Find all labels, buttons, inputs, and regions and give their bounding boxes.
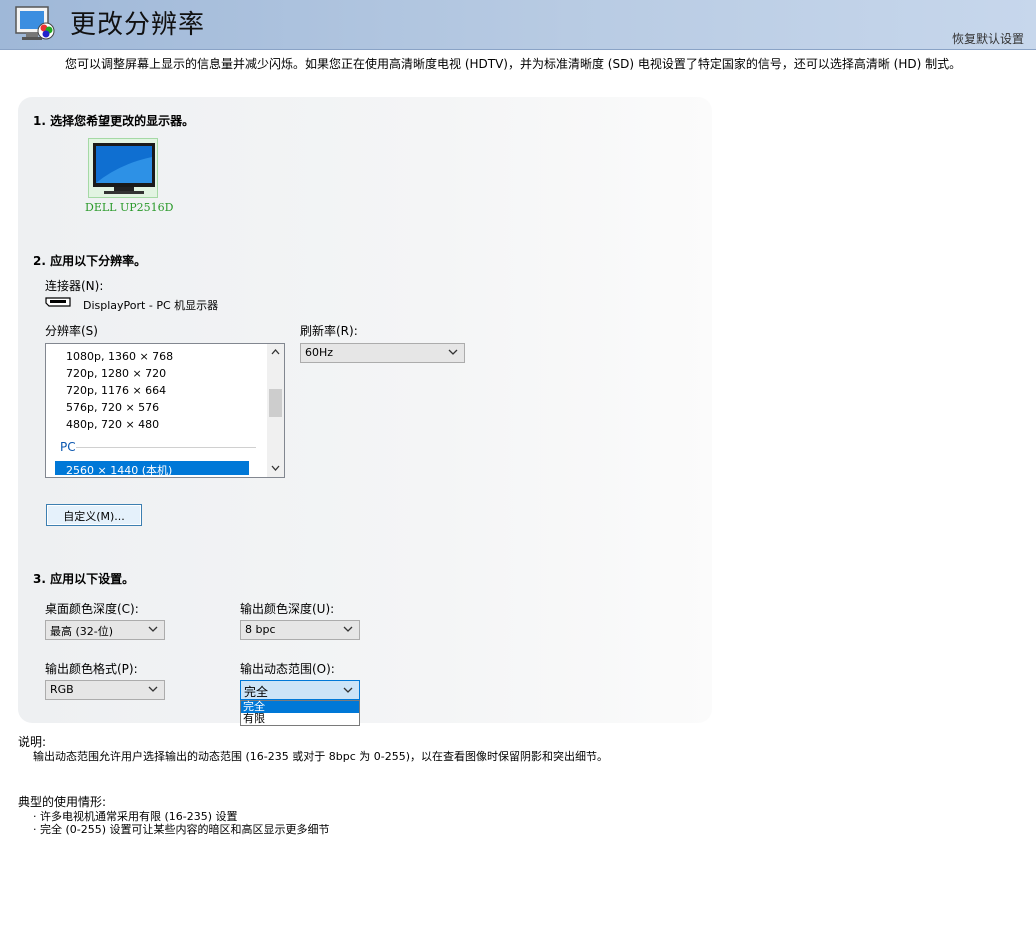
group-divider bbox=[76, 447, 256, 448]
custom-resolution-button[interactable]: 自定义(M)... bbox=[46, 504, 142, 526]
dynamic-range-options[interactable]: 完全 有限 bbox=[240, 700, 360, 726]
step1-title: 1. 选择您希望更改的显示器。 bbox=[33, 114, 195, 128]
resolution-item[interactable]: 480p, 720 × 480 bbox=[66, 418, 159, 431]
dynamic-range-value: 完全 bbox=[244, 685, 269, 699]
monitor-icon bbox=[93, 143, 155, 194]
usage-item-text: 完全 (0-255) 设置可让某些内容的暗区和高区显示更多细节 bbox=[40, 823, 330, 836]
output-format-select[interactable]: RGB bbox=[45, 680, 165, 700]
resolution-scrollbar[interactable] bbox=[267, 344, 284, 477]
displayport-icon bbox=[45, 297, 71, 307]
resolution-item[interactable]: 720p, 1280 × 720 bbox=[66, 367, 166, 380]
scroll-thumb[interactable] bbox=[269, 389, 282, 417]
pc-group-header: PC bbox=[60, 440, 76, 454]
resolution-item[interactable]: 1080p, 1360 × 768 bbox=[66, 350, 173, 363]
resolution-item[interactable]: 576p, 720 × 576 bbox=[66, 401, 159, 414]
chevron-down-icon bbox=[343, 626, 353, 632]
scroll-up-icon[interactable] bbox=[271, 349, 280, 355]
chevron-down-icon bbox=[148, 626, 158, 632]
usage-item: · 完全 (0-255) 设置可让某些内容的暗区和高区显示更多细节 bbox=[33, 823, 330, 836]
chevron-down-icon bbox=[448, 349, 458, 355]
dynamic-range-select[interactable]: 完全 bbox=[240, 680, 360, 700]
dynamic-range-option-limited[interactable]: 有限 bbox=[241, 713, 359, 725]
monitor-name: DELL UP2516D bbox=[85, 201, 174, 214]
output-depth-label: 输出颜色深度(U): bbox=[240, 602, 335, 616]
desktop-depth-select[interactable]: 最高 (32-位) bbox=[45, 620, 165, 640]
chevron-down-icon bbox=[148, 686, 158, 692]
connector-value: DisplayPort - PC 机显示器 bbox=[83, 299, 219, 312]
step3-title: 3. 应用以下设置。 bbox=[33, 572, 135, 586]
dynamic-range-label: 输出动态范围(O): bbox=[240, 662, 335, 676]
description-text: 输出动态范围允许用户选择输出的动态范围 (16-235 或对于 8bpc 为 0… bbox=[33, 750, 608, 763]
resolution-label: 分辨率(S) bbox=[45, 324, 98, 338]
refresh-label: 刷新率(R): bbox=[300, 324, 358, 338]
output-format-label: 输出颜色格式(P): bbox=[45, 662, 138, 676]
selected-resolution[interactable]: 2560 × 1440 (本机) bbox=[66, 462, 172, 477]
resolution-item[interactable]: 720p, 1176 × 664 bbox=[66, 384, 166, 397]
header-banner: 更改分辨率 恢复默认设置 bbox=[0, 0, 1036, 50]
page-title: 更改分辨率 bbox=[70, 10, 206, 40]
output-format-value: RGB bbox=[50, 683, 74, 696]
refresh-rate-select[interactable]: 60Hz bbox=[300, 343, 465, 363]
intro-text: 您可以调整屏幕上显示的信息量并减少闪烁。如果您正在使用高清晰度电视 (HDTV)… bbox=[65, 57, 962, 71]
refresh-rate-value: 60Hz bbox=[305, 346, 334, 359]
desktop-depth-value: 最高 (32-位) bbox=[50, 625, 114, 638]
scroll-down-icon[interactable] bbox=[271, 465, 280, 471]
restore-defaults-link[interactable]: 恢复默认设置 bbox=[952, 30, 1024, 47]
output-depth-value: 8 bpc bbox=[245, 623, 276, 636]
output-depth-select[interactable]: 8 bpc bbox=[240, 620, 360, 640]
resolution-listbox[interactable]: 1080p, 1360 × 768 720p, 1280 × 720 720p,… bbox=[45, 343, 285, 478]
step2-title: 2. 应用以下分辨率。 bbox=[33, 254, 147, 268]
chevron-down-icon bbox=[343, 687, 353, 693]
desktop-depth-label: 桌面颜色深度(C): bbox=[45, 602, 139, 616]
monitor-select-tile[interactable] bbox=[88, 138, 158, 198]
connector-label: 连接器(N): bbox=[45, 279, 104, 293]
display-settings-icon bbox=[15, 6, 55, 40]
